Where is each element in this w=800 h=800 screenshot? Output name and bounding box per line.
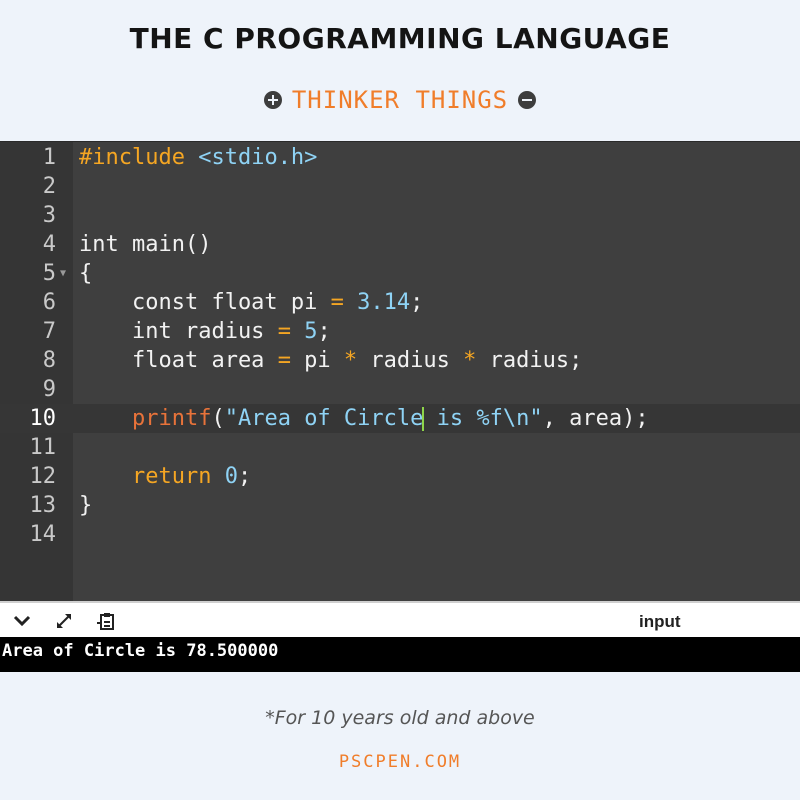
code-line[interactable]: 13 } [0,491,800,520]
code-text[interactable]: int radius = 5; [79,317,331,346]
line-number: 11 [29,435,57,460]
plus-circle-icon [263,91,282,109]
code-line[interactable]: 4 int main() [0,230,800,259]
code-line[interactable]: 3 [0,201,800,230]
page-title: THE C PROGRAMMING LANGUAGE [129,22,671,55]
console-output: Area of Circle is 78.500000 [0,637,800,672]
minus-circle-icon [518,91,537,109]
line-number: 5 [42,261,56,286]
clipboard-icon[interactable] [96,611,116,631]
line-number: 2 [42,174,56,199]
chevron-down-icon[interactable] [12,611,32,631]
line-number: 14 [29,522,57,547]
code-text[interactable]: printf("Area of Circle is %f\n", area); [79,404,649,433]
line-number: 7 [42,319,56,344]
code-line[interactable]: 6 const float pi = 3.14; [0,288,800,317]
line-number: 8 [42,348,56,373]
brand-row: THINKER THINGS [0,84,800,116]
code-line[interactable]: 14 [0,520,800,549]
fold-arrow-icon[interactable]: ▼ [60,259,66,288]
line-number: 10 [29,406,57,431]
code-text[interactable]: { [79,259,92,288]
site-name: PSCPEN.COM [338,752,462,772]
code-text[interactable]: } [79,491,92,520]
code-line[interactable]: 8 float area = pi * radius * radius; [0,346,800,375]
line-number: 4 [42,232,56,257]
code-text[interactable]: #include <stdio.h> [79,143,317,172]
code-line[interactable]: 1 #include <stdio.h> [0,143,800,172]
line-number: 6 [42,290,56,315]
line-number: 3 [42,203,56,228]
code-text[interactable]: int main() [79,230,211,259]
expand-arrows-icon[interactable] [54,611,74,631]
input-tab[interactable]: input [639,612,681,632]
code-line[interactable]: 12 return 0; [0,462,800,491]
code-line[interactable]: 9 [0,375,800,404]
console-text: Area of Circle is 78.500000 [2,641,279,661]
console-toolbar: input [0,601,800,639]
code-text[interactable]: const float pi = 3.14; [79,288,423,317]
code-editor[interactable]: 1 #include <stdio.h> 2 3 4 int main() 5 … [0,141,800,602]
line-number: 9 [42,377,56,402]
code-line[interactable]: 5 ▼ { [0,259,800,288]
code-line[interactable]: 2 [0,172,800,201]
code-line[interactable]: 7 int radius = 5; [0,317,800,346]
code-line-active[interactable]: 10 printf("Area of Circle is %f\n", area… [0,404,800,433]
line-number: 1 [42,145,56,170]
code-line[interactable]: 11 [0,433,800,462]
code-text[interactable]: float area = pi * radius * radius; [79,346,582,375]
line-number: 12 [29,464,57,489]
code-text[interactable]: return 0; [79,462,251,491]
brand-name: THINKER THINGS [291,86,509,114]
line-number: 13 [29,493,57,518]
age-note: *For 10 years old and above [265,707,535,729]
